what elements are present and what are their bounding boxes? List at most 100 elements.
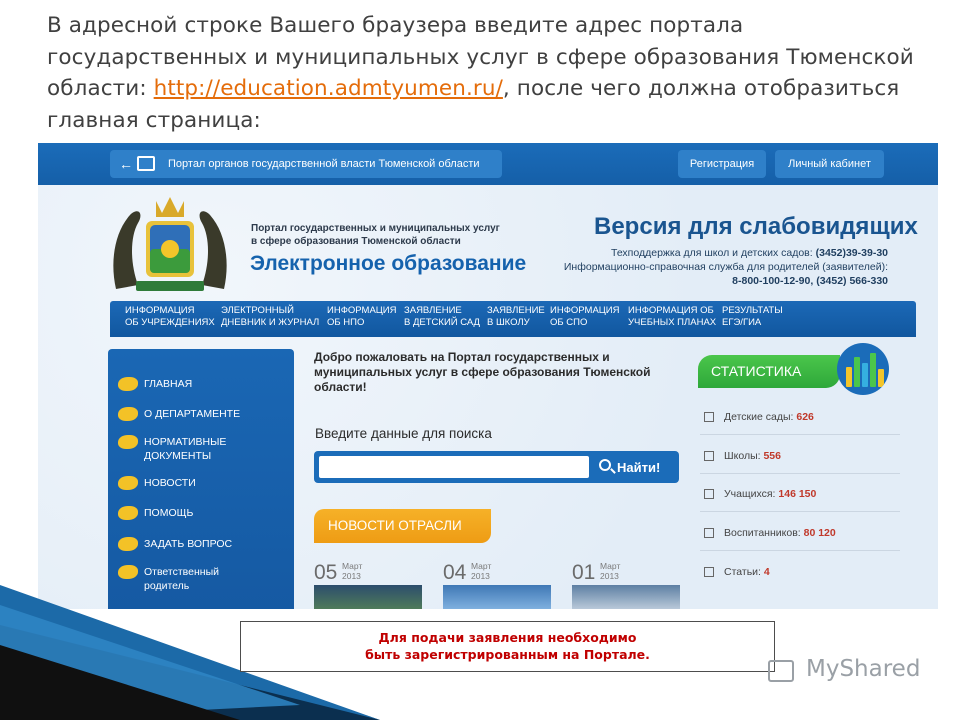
stat-label: Школы: bbox=[724, 450, 764, 462]
portal-logo-line1: Портал государственных и муниципальных у… bbox=[251, 223, 500, 234]
news-month: Март bbox=[342, 561, 363, 571]
menu-item-line: ЕГЭ/ГИА bbox=[722, 317, 762, 328]
news-date: 01 Март 2013 bbox=[572, 561, 620, 585]
sidebar-item-label: НОВОСТИ bbox=[144, 477, 196, 489]
menu-item-line: в школу bbox=[487, 317, 530, 328]
main-menu: Информация об учреждениях Электронный днев… bbox=[110, 301, 916, 337]
sidebar-item-ask-question[interactable]: ЗАДАТЬ ВОПРОС bbox=[116, 537, 286, 551]
government-portal-link[interactable]: ← Портал органов государственной власти … bbox=[110, 150, 502, 178]
menu-item-spo[interactable]: Информация об СПО bbox=[550, 305, 620, 329]
help-icon bbox=[118, 506, 138, 520]
menu-item-line: Информация bbox=[550, 305, 620, 316]
menu-item-diary[interactable]: Электронный дневник и журнал bbox=[221, 305, 319, 329]
industry-news-header: НОВОСТИ ОТРАСЛИ bbox=[314, 509, 491, 543]
welcome-text: Добро пожаловать на Портал государственн… bbox=[314, 350, 651, 394]
divider bbox=[700, 550, 900, 551]
menu-item-line: Информация об bbox=[628, 305, 714, 316]
news-month-year: Март 2013 bbox=[471, 561, 491, 581]
divider bbox=[700, 473, 900, 474]
stat-value: 626 bbox=[796, 411, 814, 423]
menu-item-line: Информация bbox=[327, 305, 397, 316]
stat-label: Статьи: bbox=[724, 566, 764, 578]
sidebar-item-home[interactable]: ГЛАВНАЯ bbox=[116, 377, 286, 391]
news-year: 2013 bbox=[471, 571, 490, 581]
presentation-icon bbox=[768, 660, 794, 682]
registration-note-line2: быть зарегистрированным на Портале. bbox=[365, 647, 650, 662]
sidebar-item-label: ПОМОЩЬ bbox=[144, 507, 194, 519]
sidebar-item-news[interactable]: НОВОСТИ bbox=[116, 476, 286, 490]
coat-of-arms-icon bbox=[113, 197, 227, 291]
menu-item-line: дневник и журнал bbox=[221, 317, 320, 328]
people-icon bbox=[118, 407, 138, 421]
stat-value: 556 bbox=[763, 450, 781, 462]
menu-item-school-application[interactable]: Заявление в школу bbox=[487, 305, 545, 329]
support-contacts: Техподдержка для школ и детских садов: (… bbox=[508, 246, 888, 288]
slide-title: В адресной строке Вашего браузера введит… bbox=[47, 10, 927, 136]
menu-item-exam-results[interactable]: Результаты ЕГЭ/ГИА bbox=[722, 305, 783, 329]
personal-cabinet-button[interactable]: Личный кабинет bbox=[775, 150, 884, 178]
search-icon bbox=[599, 459, 611, 471]
menu-item-institutions[interactable]: Информация об учреждениях bbox=[125, 305, 215, 329]
menu-item-line: Информация bbox=[125, 305, 195, 316]
gear-icon bbox=[118, 435, 138, 449]
sidebar-item-label: ЗАДАТЬ ВОПРОС bbox=[144, 538, 233, 550]
support-line-1: Техподдержка для школ и детских садов: (… bbox=[508, 246, 888, 260]
stat-label: Воспитанников: bbox=[724, 527, 804, 539]
top-bar: ← Портал органов государственной власти … bbox=[38, 143, 938, 185]
news-year: 2013 bbox=[600, 571, 619, 581]
document-icon bbox=[704, 489, 714, 499]
sidebar-item-label: Ответственный bbox=[144, 566, 219, 578]
low-vision-version-link[interactable]: Версия для слабовидящих bbox=[594, 213, 918, 241]
divider bbox=[700, 511, 900, 512]
news-thumbnail[interactable] bbox=[572, 585, 680, 609]
menu-item-curricula[interactable]: Информация об учебных планах bbox=[628, 305, 716, 329]
book-icon bbox=[137, 156, 155, 171]
registration-note-line1: Для подачи заявления необходимо bbox=[378, 630, 637, 645]
stat-articles: Статьи: 4 bbox=[700, 566, 900, 578]
news-day: 04 bbox=[443, 561, 467, 584]
portal-logo-title[interactable]: Электронное образование bbox=[250, 252, 526, 276]
portal-logo-line2: в сфере образования Тюменской области bbox=[251, 236, 461, 247]
news-month: Март bbox=[600, 561, 621, 571]
news-year: 2013 bbox=[342, 571, 361, 581]
support-line-2: Информационно-справочная служба для роди… bbox=[563, 261, 888, 273]
support-phone: (3452)39-39-30 bbox=[815, 247, 888, 259]
news-day: 01 bbox=[572, 561, 596, 584]
news-month: Март bbox=[471, 561, 492, 571]
menu-item-kindergarten-application[interactable]: Заявление в детский сад bbox=[404, 305, 480, 329]
sidebar-item-label: ДОКУМЕНТЫ bbox=[144, 450, 212, 462]
register-button[interactable]: Регистрация bbox=[678, 150, 766, 178]
portal-screenshot: ← Портал органов государственной власти … bbox=[38, 143, 938, 609]
menu-item-line: об СПО bbox=[550, 317, 588, 328]
search-input[interactable] bbox=[319, 456, 589, 478]
sidebar-item-label: О ДЕПАРТАМЕНТЕ bbox=[144, 408, 241, 420]
menu-item-line: об учреждениях bbox=[125, 317, 215, 328]
stat-value: 146 150 bbox=[778, 488, 817, 500]
pencil-icon bbox=[704, 528, 714, 538]
menu-item-npo[interactable]: Информация об НПО bbox=[327, 305, 397, 329]
portal-url-link[interactable]: http://education.admtyumen.ru/ bbox=[154, 76, 503, 101]
news-thumbnail[interactable] bbox=[443, 585, 551, 609]
leaf-icon bbox=[118, 565, 138, 579]
support-label: Техподдержка для школ и детских садов: bbox=[611, 247, 816, 259]
sidebar-item-help[interactable]: ПОМОЩЬ bbox=[116, 506, 286, 520]
sidebar: ГЛАВНАЯ О ДЕПАРТАМЕНТЕ НОРМАТИВНЫЕ ДОКУМЕ… bbox=[108, 349, 294, 609]
support-line-3: 8-800-100-12-90, (3452) 566-330 bbox=[732, 275, 888, 287]
menu-item-line: в детский сад bbox=[404, 317, 480, 328]
stat-schools: Школы: 556 bbox=[700, 450, 900, 462]
statistics-panel: СТАТИСТИКА Детские сады: 626 Школы: 556 … bbox=[696, 343, 906, 609]
stat-label: Детские сады: bbox=[724, 411, 797, 423]
sidebar-item-regulations[interactable]: НОРМАТИВНЫЕ ДОКУМЕНТЫ bbox=[116, 435, 286, 463]
sidebar-item-department[interactable]: О ДЕПАРТАМЕНТЕ bbox=[116, 407, 286, 421]
government-portal-label: Портал органов государственной власти Тю… bbox=[168, 158, 480, 170]
menu-item-line: Заявление bbox=[404, 305, 462, 316]
watermark-text: MyShared bbox=[806, 656, 921, 682]
statistics-header: СТАТИСТИКА bbox=[698, 355, 840, 388]
menu-item-line: Заявление bbox=[487, 305, 545, 316]
building-icon bbox=[704, 451, 714, 461]
sidebar-item-label: ГЛАВНАЯ bbox=[144, 378, 193, 390]
search-button[interactable]: Найти! bbox=[597, 455, 675, 479]
registration-note: Для подачи заявления необходимо быть зар… bbox=[240, 621, 775, 672]
stat-students: Учащихся: 146 150 bbox=[700, 488, 900, 500]
bar-chart-icon bbox=[837, 343, 889, 395]
